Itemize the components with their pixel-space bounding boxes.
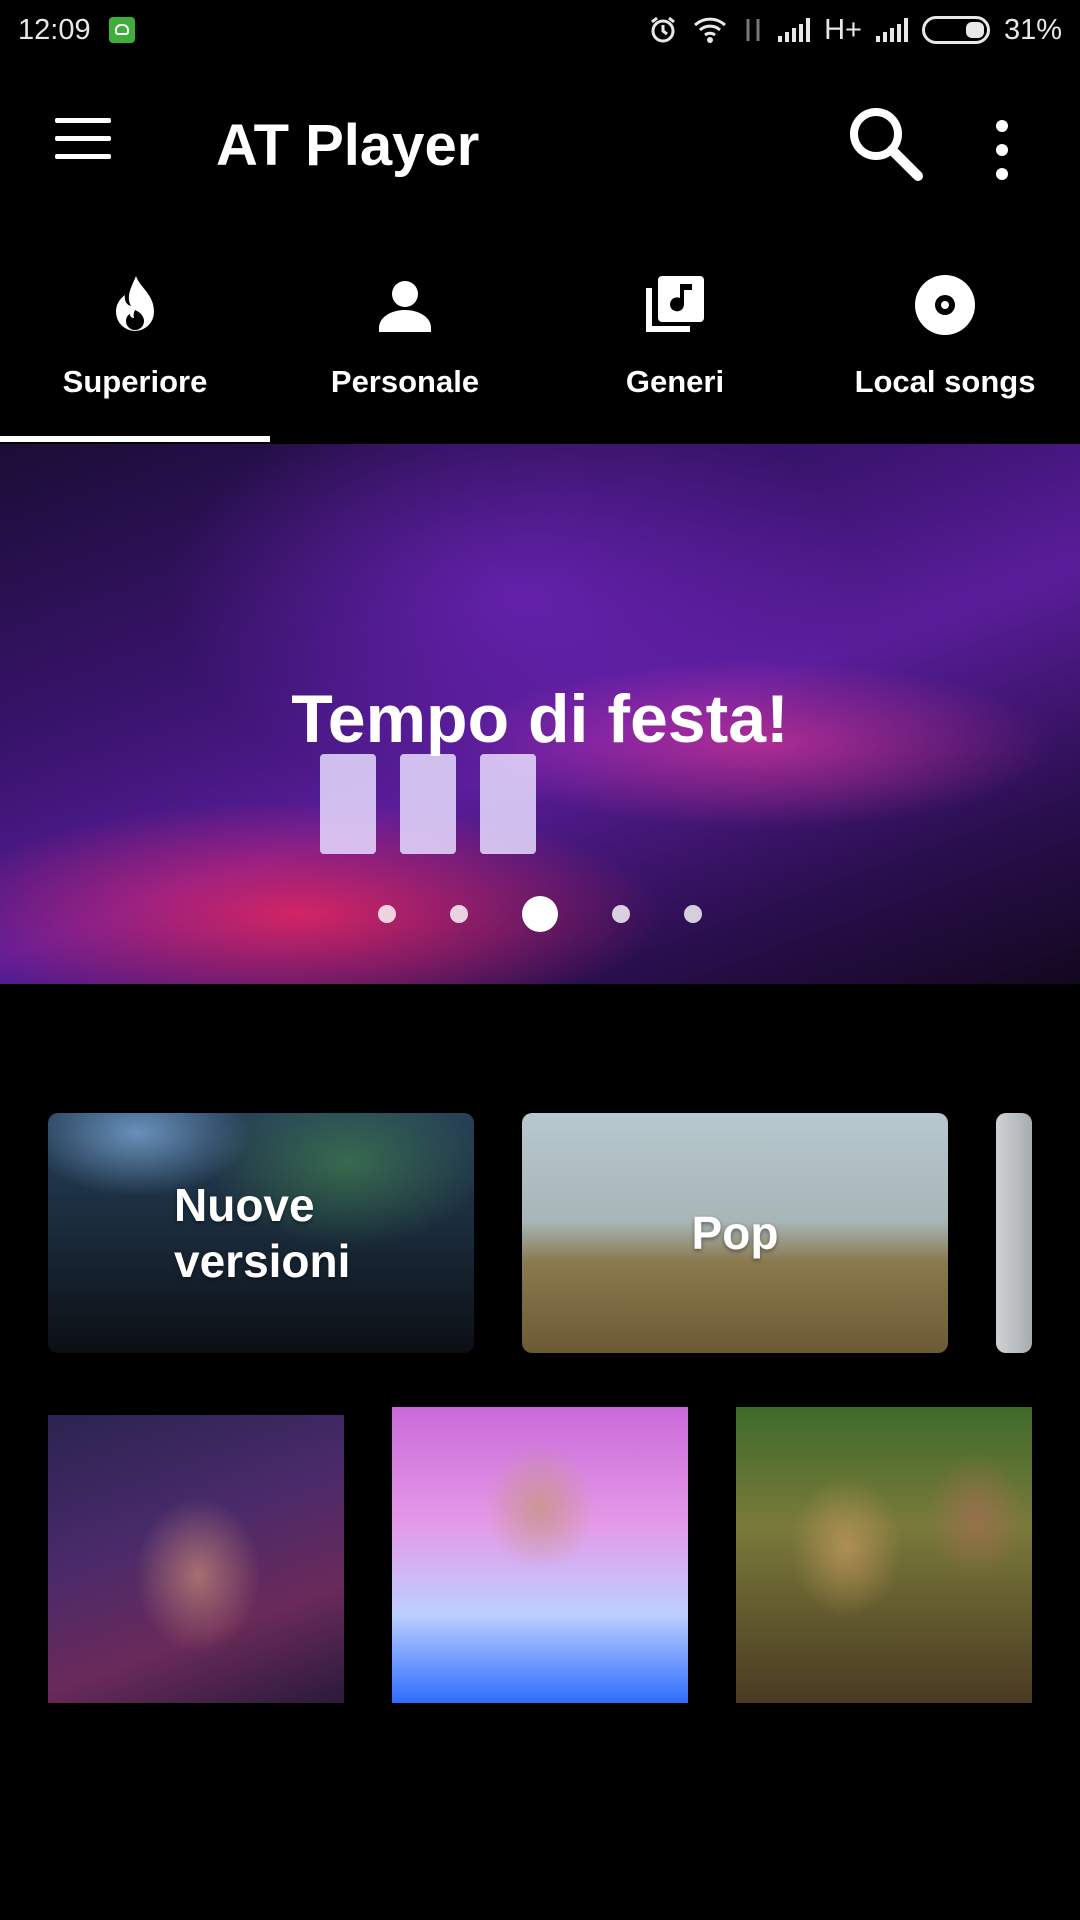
battery-level: 31% (1003, 13, 1062, 46)
genre-label: Nuove versioni (174, 1179, 351, 1287)
app-title: AT Player (216, 113, 480, 178)
tab-label: Superiore (62, 364, 208, 399)
video-thumbnail[interactable] (392, 1407, 688, 1703)
status-time: 12:09 (18, 13, 91, 46)
banner-image (320, 754, 550, 864)
tab-personale[interactable]: Personale (270, 230, 540, 444)
wifi-icon (694, 17, 727, 43)
app-bar: AT Player (0, 60, 1080, 230)
tab-local-songs[interactable]: Local songs (810, 230, 1080, 444)
tab-superiore[interactable]: Superiore (0, 230, 270, 444)
menu-button[interactable] (40, 118, 130, 198)
genre-card-partial[interactable] (996, 1113, 1032, 1353)
alarm-icon (651, 16, 675, 43)
network-type: H+ (824, 13, 862, 46)
pager-dot-active[interactable] (522, 896, 558, 932)
genre-carousel[interactable]: Nuove versioni Pop (48, 1113, 1032, 1353)
tab-active-indicator (0, 436, 270, 442)
android-notification-icon (108, 17, 135, 43)
search-icon (850, 108, 923, 181)
music-library-icon (646, 276, 704, 332)
signal-icon-2 (875, 18, 908, 42)
status-bar: 12:09 H+ 31% (0, 0, 1080, 60)
genre-label: Pop (691, 1207, 779, 1259)
genre-card-nuove-versioni[interactable]: Nuove versioni (48, 1113, 474, 1353)
tab-label: Local songs (854, 364, 1036, 399)
genre-card-pop[interactable]: Pop (522, 1113, 948, 1353)
video-thumbnail[interactable] (48, 1415, 344, 1703)
featured-banner[interactable]: Tempo di festa! (0, 444, 1080, 984)
status-right: H+ 31% (648, 14, 1062, 47)
pager-dot[interactable] (378, 905, 396, 923)
person-icon (379, 281, 431, 332)
video-thumbnail[interactable] (736, 1407, 1032, 1703)
banner-title: Tempo di festa! (291, 681, 789, 757)
tab-label: Personale (330, 364, 480, 399)
tab-bar: Superiore Personale Generi Local songs (0, 230, 1080, 444)
more-options-button[interactable] (982, 110, 1022, 190)
data-transfer-icon (746, 19, 760, 41)
flame-icon (116, 276, 154, 331)
battery-icon (921, 16, 990, 44)
banner-pager (0, 896, 1080, 932)
pager-dot[interactable] (612, 905, 630, 923)
disc-icon (915, 275, 975, 335)
signal-icon (778, 18, 811, 42)
search-button[interactable] (842, 100, 932, 190)
video-thumbnail-grid (48, 1407, 1032, 1703)
pager-dot[interactable] (450, 905, 468, 923)
tab-label: Generi (625, 364, 725, 399)
tab-generi[interactable]: Generi (540, 230, 810, 444)
pager-dot[interactable] (684, 905, 702, 923)
